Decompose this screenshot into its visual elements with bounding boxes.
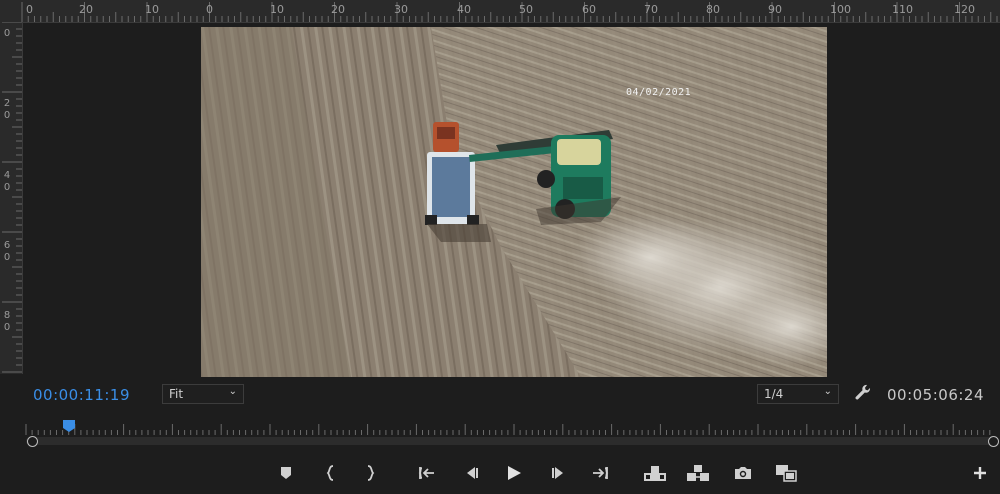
program-monitor-video[interactable]: 04/02/2021	[201, 27, 827, 377]
transport-controls	[0, 460, 1000, 488]
ruler-label: 10	[270, 3, 284, 16]
duration-timecode: 00:05:06:24	[887, 386, 985, 404]
scrollbar-start-handle[interactable]	[27, 436, 38, 447]
go-to-in-button[interactable]	[414, 460, 440, 486]
playback-resolution-select[interactable]: 1/4 ⌄	[757, 384, 839, 404]
ruler-label: 80	[706, 3, 720, 16]
zoom-level-select[interactable]: Fit ⌄	[162, 384, 244, 404]
wrench-icon[interactable]	[853, 383, 873, 403]
compare-view-icon	[776, 465, 797, 482]
add-marker-icon	[281, 467, 291, 479]
ruler-label: 20	[79, 3, 93, 16]
step-back-button[interactable]	[458, 460, 484, 486]
mark-out-icon	[367, 465, 375, 481]
extract-icon	[687, 465, 709, 481]
ruler-label: 40	[457, 3, 471, 16]
ruler-label: 60	[582, 3, 596, 16]
playhead[interactable]	[62, 420, 75, 432]
ruler-label: 10	[145, 3, 159, 16]
go-to-in-icon	[418, 467, 434, 479]
lift-button[interactable]	[642, 460, 668, 486]
ruler-label: 120	[954, 3, 975, 16]
current-timecode[interactable]: 00:00:11:19	[33, 386, 130, 404]
ruler-label: 50	[519, 3, 533, 16]
export-frame-button[interactable]	[730, 460, 756, 486]
aerial-harvest-frame	[201, 27, 827, 377]
plus-icon	[974, 467, 986, 479]
mark-out-button[interactable]	[357, 460, 383, 486]
playback-resolution-value: 1/4	[764, 387, 784, 401]
zoom-scrollbar[interactable]	[26, 437, 992, 445]
add-marker-button[interactable]	[273, 460, 299, 486]
camera-icon	[735, 467, 751, 479]
chevron-down-icon: ⌄	[823, 386, 832, 397]
ruler-label: 6 0	[3, 240, 11, 263]
ruler-label: 0	[206, 3, 213, 16]
date-overlay: 04/02/2021	[626, 87, 692, 98]
ruler-label: 30	[394, 3, 408, 16]
play-button[interactable]	[501, 460, 527, 486]
zoom-level-value: Fit	[169, 387, 184, 401]
ruler-label: 4 0	[3, 170, 11, 193]
go-to-out-button[interactable]	[587, 460, 613, 486]
step-back-icon	[467, 467, 478, 479]
ruler-label: 90	[768, 3, 782, 16]
ruler-label: 0	[3, 28, 11, 39]
ruler-label: 110	[892, 3, 913, 16]
play-icon	[508, 466, 521, 480]
ruler-label: 100	[830, 3, 851, 16]
horizontal-ruler: 0 20 10 0 10 20 30 40 50 60 70 80 90 100…	[0, 0, 1000, 23]
mark-in-icon	[326, 465, 334, 481]
button-editor-button[interactable]	[967, 460, 993, 486]
go-to-out-icon	[593, 467, 609, 479]
chevron-down-icon: ⌄	[228, 386, 237, 397]
extract-button[interactable]	[685, 460, 711, 486]
ruler-label: 0	[26, 3, 33, 16]
ruler-label: 20	[331, 3, 345, 16]
ruler-label: 70	[644, 3, 658, 16]
ruler-label: 2 0	[3, 98, 11, 121]
ruler-label: 8 0	[3, 310, 11, 333]
mark-in-button[interactable]	[318, 460, 344, 486]
step-forward-icon	[552, 467, 563, 479]
scrollbar-end-handle[interactable]	[988, 436, 999, 447]
time-ruler[interactable]	[22, 418, 994, 438]
lift-icon	[644, 466, 666, 481]
vertical-ruler: 0 2 0 4 0 6 0 8 0	[0, 22, 23, 374]
step-forward-button[interactable]	[546, 460, 572, 486]
comparison-view-button[interactable]	[773, 460, 799, 486]
